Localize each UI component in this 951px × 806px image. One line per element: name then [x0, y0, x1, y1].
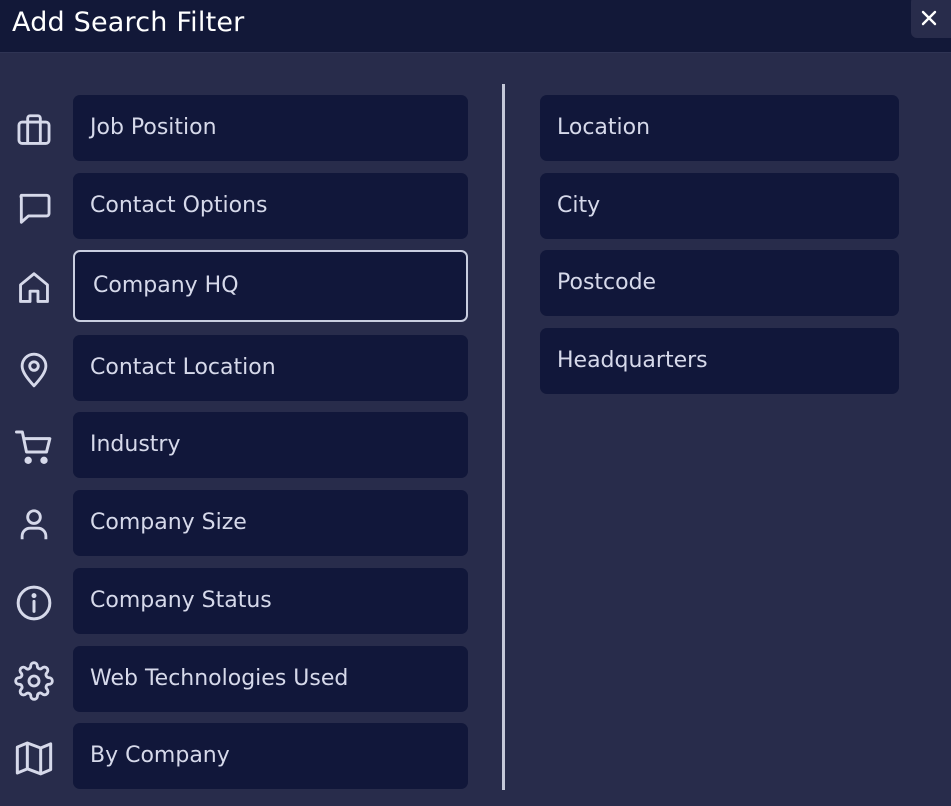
map-icon: [14, 738, 54, 778]
close-icon: [921, 10, 937, 26]
filter-web-technologies-button[interactable]: Web Technologies Used: [73, 646, 468, 712]
filter-company-hq-button[interactable]: Company HQ: [73, 250, 468, 322]
filter-row-company-size: Company Size: [0, 490, 470, 556]
filter-row-web-technologies: Web Technologies Used: [0, 646, 470, 712]
user-icon: [14, 505, 54, 545]
home-icon: [14, 268, 54, 308]
subfilter-headquarters-button[interactable]: Headquarters: [540, 328, 899, 394]
filter-by-company-button[interactable]: By Company: [73, 723, 468, 789]
gear-icon: [14, 661, 54, 701]
briefcase-icon: [14, 110, 54, 150]
filter-industry-button[interactable]: Industry: [73, 412, 468, 478]
close-button[interactable]: [911, 0, 951, 38]
add-search-filter-dialog: Add Search Filter Job Position Contact O…: [0, 0, 951, 806]
filter-row-job-position: Job Position: [0, 95, 470, 161]
filter-contact-options-button[interactable]: Contact Options: [73, 173, 468, 239]
dialog-header: Add Search Filter: [0, 0, 951, 53]
subfilter-city-button[interactable]: City: [540, 173, 899, 239]
message-icon: [14, 188, 54, 228]
info-icon: [14, 583, 54, 623]
filter-contact-location-button[interactable]: Contact Location: [73, 335, 468, 401]
filter-job-position-button[interactable]: Job Position: [73, 95, 468, 161]
subfilter-postcode-button[interactable]: Postcode: [540, 250, 899, 316]
filter-company-status-button[interactable]: Company Status: [73, 568, 468, 634]
filter-company-size-button[interactable]: Company Size: [73, 490, 468, 556]
shopping-cart-icon: [14, 427, 54, 467]
subfilter-location-button[interactable]: Location: [540, 95, 899, 161]
filter-row-company-status: Company Status: [0, 568, 470, 634]
map-pin-icon: [14, 350, 54, 390]
column-divider: [502, 84, 505, 790]
filter-row-by-company: By Company: [0, 723, 470, 789]
filter-row-contact-options: Contact Options: [0, 173, 470, 239]
filter-row-company-hq: Company HQ: [0, 250, 470, 322]
filter-row-industry: Industry: [0, 412, 470, 478]
filter-row-contact-location: Contact Location: [0, 335, 470, 401]
dialog-title: Add Search Filter: [12, 7, 245, 38]
